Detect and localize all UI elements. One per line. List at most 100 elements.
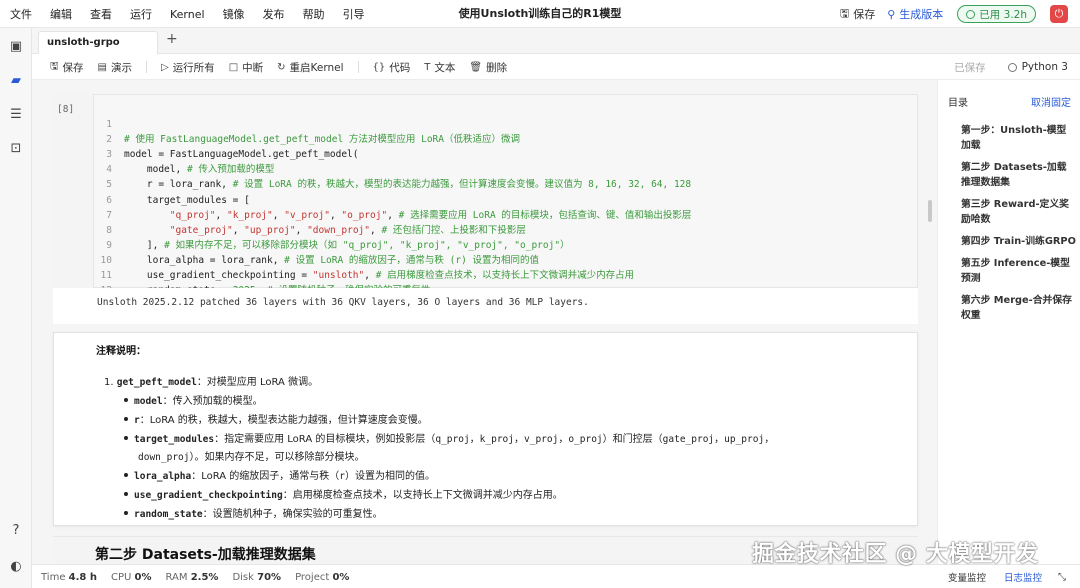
md-inline-code: gate_proj [662,434,715,445]
menu-image[interactable]: 镜像 [223,6,245,22]
status-ram: RAM 2.5% [166,572,219,583]
code-cell[interactable]: [8] 1 # 使用 FastLanguageModel.get_peft_mo… [53,94,918,311]
extension-icon[interactable]: ⊡ [8,140,24,156]
code-editor[interactable]: 1 # 使用 FastLanguageModel.get_peft_model … [93,94,918,311]
save-icon: 🖫 [50,60,59,72]
toc-item[interactable]: 第一步：Unsloth-模型加载 [961,123,1076,153]
code-line: 4 r = lora_rank, # 设置 LoRA 的秩，秩越大，模型的表达能… [94,147,917,190]
help-icon[interactable]: ? [8,522,24,538]
tab-bar: unsloth-grpo + [32,28,1080,54]
md-inline-code: q_proj [435,434,470,445]
header-save-button[interactable]: 🖫 保存 [840,5,875,24]
code-line: 6 "q_proj", "k_proj", "v_proj", "o_proj"… [94,177,917,221]
tab-unsloth-grpo[interactable]: unsloth-grpo [38,31,158,54]
toc-item[interactable]: 第五步 Inference-模型预测 [961,256,1076,286]
md-code: random_state [134,509,203,520]
generate-version-button[interactable]: ⚲ 生成版本 [887,6,943,22]
md-text: ：传入预加载的模型。 [162,396,263,407]
watermark: 掘金技术社区 @ 大模型开发 [752,542,1039,567]
bullet-icon [124,417,128,421]
present-icon: ▤ [97,61,107,73]
md-inline-code: down_proj [138,452,190,463]
saved-status: 已保存 [954,61,986,74]
present-button[interactable]: ▤ 演示 [98,60,132,75]
usage-indicator[interactable]: 已用 3.2h [957,5,1036,23]
md-bullet-item: use_gradient_checkpointing：启用梯度检查点技术，以支持… [124,486,563,501]
menu-edit[interactable]: 编辑 [50,6,72,22]
code-line: 10 use_gradient_checkpointing = "unsloth… [94,238,917,281]
run-all-button[interactable]: ▷ 运行所有 [161,60,215,75]
menu-file[interactable]: 文件 [10,6,32,22]
menu-guide[interactable]: 引导 [343,6,365,22]
section-title: 第二步 Datasets-加载推理数据集 [95,547,316,563]
save-button[interactable]: 🖫 保存 [50,59,84,76]
menu-view[interactable]: 查看 [90,6,112,22]
power-button[interactable]: ⏻ [1050,5,1068,23]
toc-header: 目录 [948,98,968,109]
delete-cell-button[interactable]: 🗑 删除 [469,60,507,75]
md-text: ）和门控层（ [602,434,663,445]
md-text: ：对模型应用 LoRA 微调。 [196,377,319,388]
interrupt-button[interactable]: □ 中断 [229,60,263,75]
menu-run[interactable]: 运行 [130,6,152,22]
add-code-button[interactable]: {} 代码 [373,60,411,75]
menu-bar: 文件 编辑 查看 运行 Kernel 镜像 发布 帮助 引导 使用Unsloth… [0,0,1080,28]
code-line: 8 ], # 如果内存不足，可以移除部分模块（如 "q_proj", "k_pr… [94,208,917,251]
toc-item[interactable]: 第六步 Merge-合并保存权重 [961,293,1076,323]
variable-monitor-tab[interactable]: 变量监控 [948,570,986,584]
md-text: ：LoRA 的秩，秩越大，模型表达能力越强，但计算速度会变慢。 [139,415,428,426]
database-icon[interactable]: ☰ [8,106,24,122]
output-text: Unsloth 2025.2.12 patched 36 layers with… [97,297,589,308]
code-line: 2 model = FastLanguageModel.get_peft_mod… [94,117,917,160]
code-line: 12 ) [94,268,917,311]
md-bullet-item: model：传入预加载的模型。 [124,392,263,407]
status-cpu-label: CPU [111,571,132,583]
add-text-button[interactable]: T 文本 [424,60,455,75]
generate-version-label: 生成版本 [899,8,944,21]
status-disk-label: Disk [232,571,254,583]
theme-toggle-icon[interactable]: ◐ [8,558,24,574]
play-icon: ▷ [160,61,169,73]
usage-label: 已用 3.2h [979,8,1027,21]
bullet-icon [124,436,128,440]
status-cpu-value: 0% [134,571,152,583]
execution-count: [8] [57,104,75,115]
md-text: ：指定需要应用 LoRA 的目标模块，例如投影层（ [214,434,436,445]
main-menu: 文件 编辑 查看 运行 Kernel 镜像 发布 帮助 引导 [10,0,383,28]
status-time-label: Time [41,571,66,583]
status-disk: Disk 70% [232,572,281,583]
menu-kernel[interactable]: Kernel [170,8,205,21]
kernel-selector[interactable]: Python 3 [1007,61,1068,73]
kernel-name-label: Python 3 [1021,61,1068,73]
notebook-scrollbar[interactable] [928,200,932,222]
add-tab-icon[interactable]: + [166,31,178,47]
bullet-icon [124,473,128,477]
toc-unpin-button[interactable]: 取消固定 [1031,94,1071,109]
menu-help[interactable]: 帮助 [303,6,325,22]
restart-kernel-button[interactable]: ↻ 重启Kernel [277,60,343,75]
menu-publish[interactable]: 发布 [263,6,285,22]
text-icon: T [424,61,431,73]
menubar-actions: 🖫 保存 ⚲ 生成版本 已用 3.2h ⏻ [828,0,1068,28]
md-bullet-continuation: down_proj）。如果内存不足，可以移除部分模块。 [138,448,364,463]
log-monitor-tab[interactable]: 日志监控 [1004,570,1042,584]
bullet-icon [124,511,128,515]
status-ram-value: 2.5% [190,571,219,583]
md-bullet-item: target_modules：指定需要应用 LoRA 的目标模块，例如投影层（q… [124,430,774,445]
toc-item[interactable]: 第三步 Reward-定义奖励哈数 [961,197,1076,227]
notebook-toolbar: 🖫 保存 ▤ 演示 ▷ 运行所有 □ 中断 ↻ 重启Kernel {} 代码 T… [32,54,1080,80]
md-inline-code: k_proj [479,434,514,445]
code-line: 7 "gate_proj", "up_proj", "down_proj", #… [94,193,917,236]
folder-icon[interactable]: ▰ [8,72,24,88]
interrupt-label: 中断 [242,61,264,74]
toc-item[interactable]: 第四步 Train-训练GRPO [961,234,1076,249]
stop-icon: □ [228,61,239,73]
clock-icon [966,9,976,19]
collapse-icon[interactable]: ⤡ [1058,572,1066,583]
md-text: ：启用梯度检查点技术，以支持长上下文微调并减少内存占用。 [282,490,563,501]
toc-item[interactable]: 第二步 Datasets-加载推理数据集 [961,160,1076,190]
status-project: Project 0% [295,572,349,583]
publish-icon: ⚲ [887,7,896,21]
briefcase-icon[interactable]: ▣ [8,38,24,54]
markdown-cell[interactable]: 注释说明： 1. get_peft_model：对模型应用 LoRA 微调。 m… [53,332,918,526]
